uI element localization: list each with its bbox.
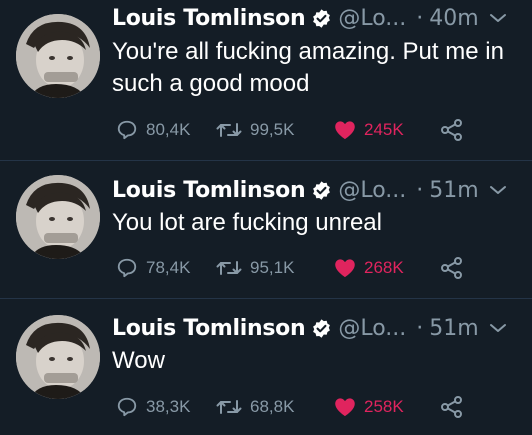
tweet[interactable]: Louis Tomlinson @Lo... · 51m Wow 38,3K 6… (0, 299, 532, 435)
verified-badge-icon (313, 318, 331, 338)
retweet-count: 99,5K (250, 120, 295, 139)
timestamp[interactable]: 51m (429, 316, 478, 341)
author-name[interactable]: Louis Tomlinson (112, 316, 306, 341)
reply-count: 38,3K (146, 397, 191, 416)
like-count: 268K (364, 258, 404, 277)
author-handle[interactable]: @Lo... (338, 178, 406, 203)
heart-icon (335, 259, 355, 278)
avatar[interactable] (16, 175, 100, 259)
verified-badge-icon (313, 180, 331, 200)
reply-button[interactable]: 78,4K (116, 257, 216, 279)
tweet-text: Wow (112, 347, 165, 374)
avatar[interactable] (16, 14, 100, 98)
retweet-button[interactable]: 68,8K (216, 396, 334, 418)
tweet[interactable]: Louis Tomlinson @Lo... · 40m You're all … (0, 0, 532, 161)
tweet-actions: 80,4K 99,5K 245K (116, 116, 464, 144)
separator-dot: · (416, 177, 424, 203)
retweet-count: 68,8K (250, 397, 295, 416)
heart-icon (335, 121, 355, 140)
heart-icon (335, 398, 355, 417)
retweet-button[interactable]: 95,1K (216, 257, 334, 279)
chevron-down-icon[interactable] (489, 184, 507, 196)
retweet-icon (216, 400, 242, 414)
share-button[interactable] (440, 396, 464, 418)
retweet-icon (216, 261, 242, 275)
like-count: 245K (364, 120, 404, 139)
like-button[interactable]: 268K (334, 258, 440, 278)
author-handle[interactable]: @Lo... (338, 316, 406, 341)
tweet-actions: 38,3K 68,8K 258K (116, 393, 464, 421)
retweet-count: 95,1K (250, 258, 295, 277)
author-handle[interactable]: @Lo... (338, 6, 406, 31)
share-icon (441, 396, 462, 418)
timestamp[interactable]: 51m (429, 178, 478, 203)
separator-dot: · (416, 5, 424, 31)
like-button[interactable]: 258K (334, 397, 440, 417)
reply-icon (117, 258, 137, 278)
chevron-down-icon[interactable] (489, 322, 507, 334)
tweet-actions: 78,4K 95,1K 268K (116, 254, 464, 282)
share-button[interactable] (440, 119, 464, 141)
like-count: 258K (364, 397, 404, 416)
avatar[interactable] (16, 315, 100, 399)
retweet-icon (216, 123, 242, 137)
author-name[interactable]: Louis Tomlinson (112, 178, 306, 203)
reply-button[interactable]: 80,4K (116, 119, 216, 141)
share-button[interactable] (440, 257, 464, 279)
reply-button[interactable]: 38,3K (116, 396, 216, 418)
verified-badge-icon (313, 8, 331, 28)
retweet-button[interactable]: 99,5K (216, 119, 334, 141)
reply-icon (117, 397, 137, 417)
reply-count: 80,4K (146, 120, 191, 139)
chevron-down-icon[interactable] (489, 12, 507, 24)
tweet[interactable]: Louis Tomlinson @Lo... · 51m You lot are… (0, 161, 532, 299)
tweet-text: You lot are fucking unreal (112, 209, 382, 236)
reply-count: 78,4K (146, 258, 191, 277)
share-icon (441, 257, 462, 279)
author-name[interactable]: Louis Tomlinson (112, 6, 306, 31)
separator-dot: · (416, 315, 424, 341)
like-button[interactable]: 245K (334, 120, 440, 140)
share-icon (441, 119, 462, 141)
reply-icon (117, 120, 137, 140)
tweet-text: You're all fucking amazing. Put me in su… (112, 38, 504, 97)
timestamp[interactable]: 40m (429, 6, 478, 31)
